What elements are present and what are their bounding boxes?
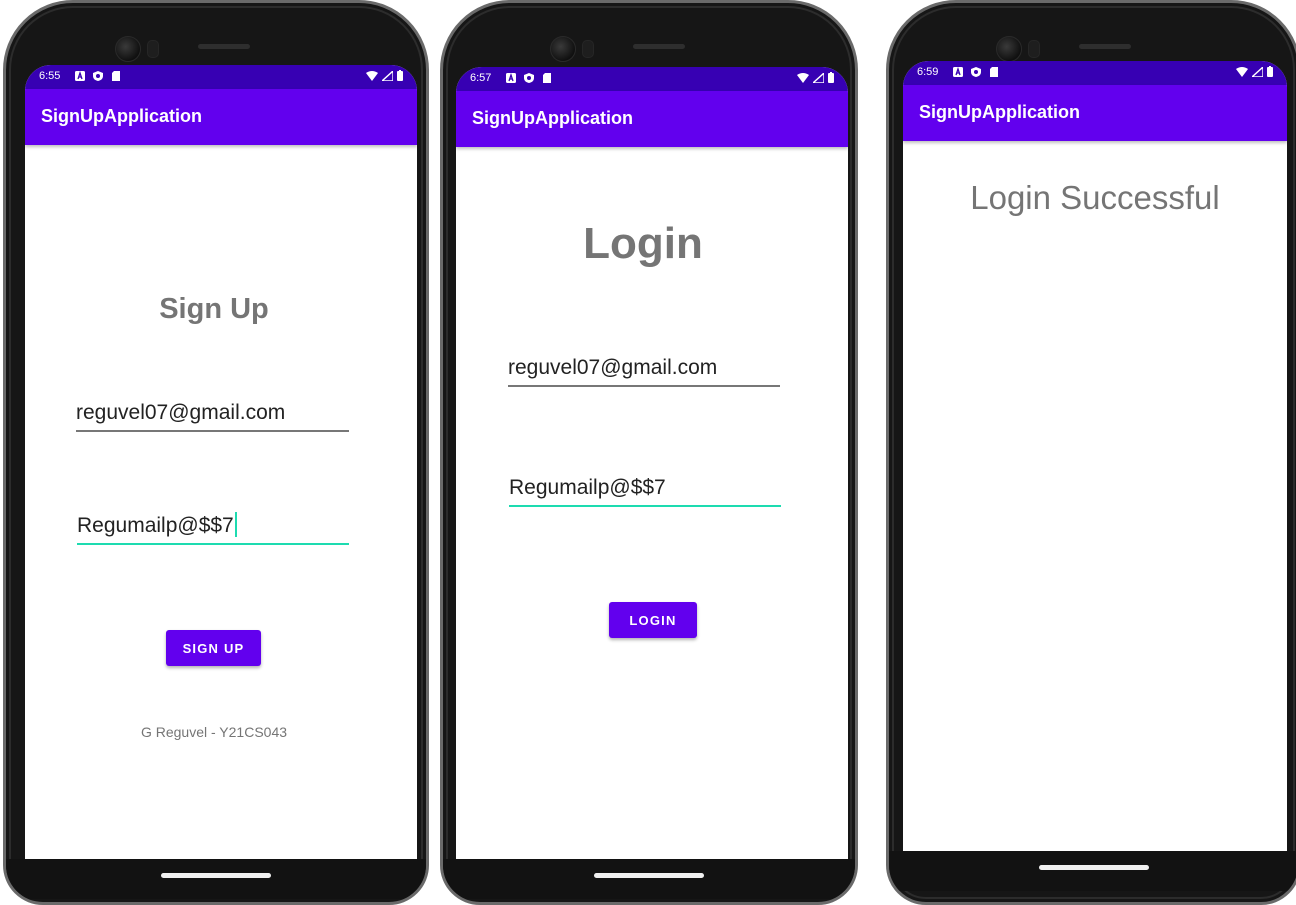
battery-icon bbox=[397, 70, 403, 81]
battery-icon bbox=[828, 72, 834, 83]
wifi-icon bbox=[366, 70, 378, 81]
login-success-screen: 6:59 SignUpApplication Login Successful bbox=[903, 61, 1287, 851]
sd-card-icon bbox=[990, 67, 998, 77]
status-time: 6:55 bbox=[39, 70, 61, 82]
navigation-bar bbox=[443, 859, 855, 899]
status-bar: 6:57 bbox=[456, 67, 848, 91]
wifi-icon bbox=[1236, 66, 1248, 77]
status-time: 6:57 bbox=[470, 72, 492, 84]
app-bar: SignUpApplication bbox=[903, 85, 1287, 141]
email-underline bbox=[508, 385, 780, 387]
proximity-sensor bbox=[582, 40, 594, 58]
phone-frame-signup: 6:55 SignUpApplication Sign Up reguvel07… bbox=[3, 0, 429, 905]
email-input-value[interactable]: reguvel07@gmail.com bbox=[76, 401, 285, 425]
app-title: SignUpApplication bbox=[919, 102, 1080, 122]
app-bar: SignUpApplication bbox=[25, 89, 417, 145]
signup-screen: 6:55 SignUpApplication Sign Up reguvel07… bbox=[25, 65, 417, 859]
email-field[interactable]: reguvel07@gmail.com bbox=[508, 349, 780, 387]
app-bar: SignUpApplication bbox=[456, 91, 848, 147]
shield-icon bbox=[93, 71, 103, 81]
status-bar: 6:55 bbox=[25, 65, 417, 89]
wifi-icon bbox=[797, 72, 809, 83]
front-camera-icon bbox=[996, 36, 1022, 62]
email-underline bbox=[76, 430, 349, 432]
login-success-message: Login Successful bbox=[970, 179, 1220, 216]
phone-frame-success: 6:59 SignUpApplication Login Successful bbox=[886, 0, 1296, 905]
signal-icon bbox=[1252, 66, 1263, 77]
signal-icon bbox=[382, 70, 393, 81]
navigation-bar bbox=[6, 859, 426, 899]
password-input-value[interactable]: Regumailp@$$7 bbox=[77, 514, 234, 537]
password-underline bbox=[77, 543, 349, 545]
app-title: SignUpApplication bbox=[41, 106, 202, 126]
a-notification-icon bbox=[75, 71, 85, 81]
home-gesture-handle[interactable] bbox=[161, 873, 271, 878]
proximity-sensor bbox=[147, 40, 159, 58]
proximity-sensor bbox=[1028, 40, 1040, 58]
a-notification-icon bbox=[506, 73, 516, 83]
text-cursor bbox=[234, 512, 237, 537]
password-field[interactable]: Regumailp@$$7 bbox=[77, 503, 349, 545]
navigation-bar bbox=[889, 851, 1296, 891]
shield-icon bbox=[971, 67, 981, 77]
earpiece-speaker bbox=[633, 44, 685, 49]
login-screen: 6:57 SignUpApplication Login reguvel07@g… bbox=[456, 67, 848, 861]
page-title: Login bbox=[583, 219, 703, 268]
front-camera-icon bbox=[550, 36, 576, 62]
author-caption: G Reguvel - Y21CS043 bbox=[140, 724, 288, 740]
status-time: 6:59 bbox=[917, 66, 939, 78]
front-camera-icon bbox=[115, 36, 141, 62]
sign-up-button[interactable]: SIGN UP bbox=[166, 630, 261, 666]
a-notification-icon bbox=[953, 67, 963, 77]
status-bar: 6:59 bbox=[903, 61, 1287, 85]
phone-frame-login: 6:57 SignUpApplication Login reguvel07@g… bbox=[440, 0, 858, 905]
home-gesture-handle[interactable] bbox=[1038, 865, 1149, 870]
battery-icon bbox=[1267, 66, 1273, 77]
home-gesture-handle[interactable] bbox=[594, 873, 704, 878]
sd-card-icon bbox=[543, 73, 551, 83]
password-input-value[interactable]: Regumailp@$$7 bbox=[509, 476, 666, 500]
password-field[interactable]: Regumailp@$$7 bbox=[509, 467, 781, 507]
password-underline bbox=[509, 505, 781, 507]
shield-icon bbox=[524, 73, 534, 83]
email-field[interactable]: reguvel07@gmail.com bbox=[76, 391, 349, 432]
sd-card-icon bbox=[112, 71, 120, 81]
login-button[interactable]: LOGIN bbox=[609, 602, 697, 638]
email-input-value[interactable]: reguvel07@gmail.com bbox=[508, 356, 717, 380]
signal-icon bbox=[813, 72, 824, 83]
earpiece-speaker bbox=[1079, 44, 1131, 49]
page-title: Sign Up bbox=[159, 293, 269, 325]
app-title: SignUpApplication bbox=[472, 108, 633, 128]
earpiece-speaker bbox=[198, 44, 250, 49]
